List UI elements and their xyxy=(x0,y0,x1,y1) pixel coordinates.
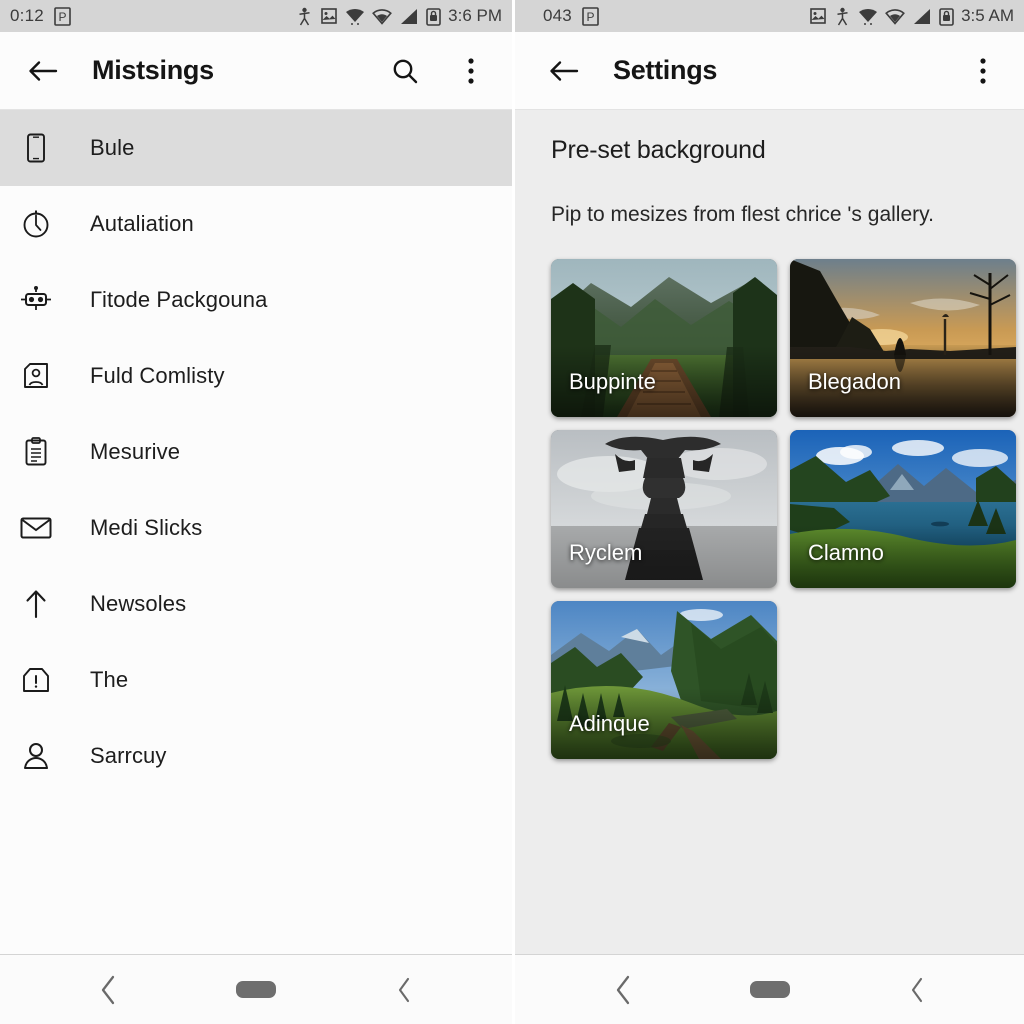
section-title: Pre-set background xyxy=(551,136,766,164)
dual-phone-screenshot: 0:12 P 3:6 PM Mistsings Bule Autaliation… xyxy=(0,0,1024,1024)
list-item-itode-packgouna[interactable]: Гitode Packgouna xyxy=(0,262,512,338)
overflow-menu-icon[interactable] xyxy=(964,52,1002,90)
right-phone-panel: 043 P 3:5 AM Settings Pre-set background… xyxy=(512,0,1024,1024)
wifi-icon xyxy=(372,8,393,25)
list-item-fuld-comlisty[interactable]: Fuld Comlisty xyxy=(0,338,512,414)
up-arrow-icon xyxy=(8,589,64,619)
wifi-icon xyxy=(885,8,906,25)
back-arrow-icon[interactable] xyxy=(543,50,585,92)
thumbnail-label: Blegadon xyxy=(808,369,901,394)
left-app-bar: Mistsings xyxy=(0,32,512,110)
list-item-sarrcuy[interactable]: Sarrcuy xyxy=(0,718,512,794)
thumbnail-buppinte[interactable]: Buppinte xyxy=(551,259,777,417)
list-item-autaliation[interactable]: Autaliation xyxy=(0,186,512,262)
list-item-newsoles[interactable]: Newsoles xyxy=(0,566,512,642)
list-item-label: Fuld Comlisty xyxy=(90,363,225,388)
person-icon xyxy=(296,7,313,26)
settings-list: Bule Autaliation Гitode Packgouna Fuld C… xyxy=(0,110,512,954)
wifi-alert-icon xyxy=(345,7,365,25)
thumbnail-label: Clamno xyxy=(808,540,884,565)
right-status-bar: 043 P 3:5 AM xyxy=(515,0,1024,32)
list-item-label: Mesurive xyxy=(90,439,181,464)
battery-lock-icon xyxy=(939,7,954,26)
clock-icon xyxy=(8,209,64,239)
svg-text:P: P xyxy=(58,10,66,24)
recents-chevron-icon[interactable] xyxy=(887,967,947,1013)
wifi-alert-icon xyxy=(858,7,878,25)
right-app-bar: Settings xyxy=(515,32,1024,110)
preset-background-section: Pre-set background Pip to mesizes from f… xyxy=(515,110,1024,954)
thumbnail-grid: Buppinte Blegadon Ryclem Clamno Adinque xyxy=(551,259,1023,759)
envelope-icon xyxy=(8,516,64,540)
left-nav-bar xyxy=(0,954,512,1024)
svg-text:P: P xyxy=(586,10,594,24)
thumbnail-adinque[interactable]: Adinque xyxy=(551,601,777,759)
parking-p-icon: P xyxy=(54,6,71,26)
list-item-medi-slicks[interactable]: Medi Slicks xyxy=(0,490,512,566)
chevron-left-icon[interactable] xyxy=(78,967,138,1013)
status-left-text: 0:12 xyxy=(10,6,44,25)
home-pill-icon[interactable] xyxy=(226,967,286,1013)
list-item-label: Гitode Packgouna xyxy=(90,287,268,312)
left-status-bar: 0:12 P 3:6 PM xyxy=(0,0,512,32)
page-title: Mistsings xyxy=(92,55,214,85)
page-title: Settings xyxy=(613,55,718,85)
status-clock: 3:6 PM xyxy=(448,6,502,25)
list-item-label: Newsoles xyxy=(90,591,187,616)
person-icon xyxy=(8,742,64,770)
thumbnail-ryclem[interactable]: Ryclem xyxy=(551,430,777,588)
list-item-label: Autaliation xyxy=(90,211,194,236)
clipboard-icon xyxy=(8,437,64,467)
battery-lock-icon xyxy=(426,7,441,26)
thumbnail-blegadon[interactable]: Blegadon xyxy=(790,259,1016,417)
home-pill-icon[interactable] xyxy=(740,967,800,1013)
back-arrow-icon[interactable] xyxy=(22,50,64,92)
phone-icon xyxy=(8,133,64,163)
status-clock: 3:5 AM xyxy=(961,6,1014,25)
right-nav-bar xyxy=(515,954,1024,1024)
chevron-left-icon[interactable] xyxy=(593,967,653,1013)
recents-chevron-icon[interactable] xyxy=(374,967,434,1013)
list-item-label: Medi Slicks xyxy=(90,515,203,540)
image-icon xyxy=(809,7,827,25)
thumbnail-clamno[interactable]: Clamno xyxy=(790,430,1016,588)
thumbnail-label: Buppinte xyxy=(569,369,656,394)
signal-icon xyxy=(912,8,932,25)
tag-alert-icon xyxy=(8,667,64,693)
person-icon xyxy=(834,7,851,26)
list-item-label: Sarrcuy xyxy=(90,743,167,768)
signal-icon xyxy=(399,8,419,25)
status-left-text: 043 xyxy=(543,6,572,25)
contact-card-icon xyxy=(8,361,64,391)
robot-icon xyxy=(8,286,64,314)
search-icon[interactable] xyxy=(386,52,424,90)
list-item-label: Bule xyxy=(90,135,135,160)
section-subtitle: Pip to mesizes from flest chrice 's gall… xyxy=(551,203,934,226)
overflow-menu-icon[interactable] xyxy=(452,52,490,90)
list-item-bule[interactable]: Bule xyxy=(0,110,512,186)
image-icon xyxy=(320,7,338,25)
list-item-the[interactable]: The xyxy=(0,642,512,718)
parking-p-icon: P xyxy=(582,6,599,26)
thumbnail-label: Ryclem xyxy=(569,540,643,565)
left-phone-panel: 0:12 P 3:6 PM Mistsings Bule Autaliation… xyxy=(0,0,512,1024)
list-item-label: The xyxy=(90,667,129,692)
thumbnail-label: Adinque xyxy=(569,711,650,736)
list-item-mesurive[interactable]: Mesurive xyxy=(0,414,512,490)
